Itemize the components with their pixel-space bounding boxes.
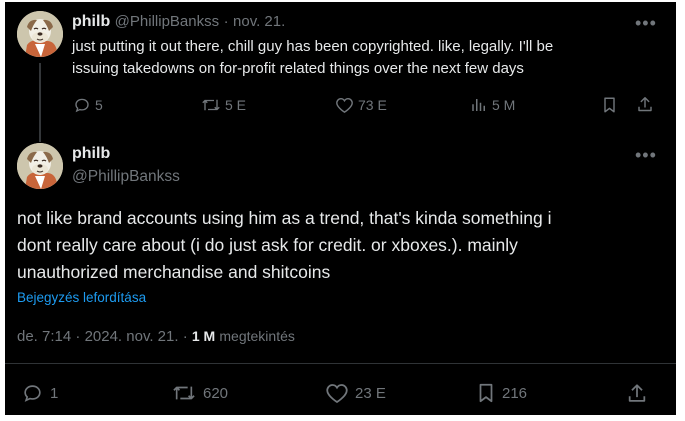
main-tweet-text: not like brand accounts using him as a t… — [17, 205, 667, 286]
share-button[interactable] — [626, 382, 648, 405]
reply-count: 1 — [50, 384, 59, 402]
repost-icon — [173, 386, 195, 400]
repost-button[interactable]: 5 E — [201, 96, 246, 114]
chill-guy-avatar-icon — [17, 143, 63, 189]
repost-button[interactable]: 620 — [171, 382, 228, 404]
display-name[interactable]: philb — [72, 13, 110, 30]
share-button[interactable] — [636, 95, 654, 114]
like-button[interactable]: 73 E — [335, 96, 387, 114]
like-icon — [326, 384, 348, 404]
tweet-meta: de. 7:14 · 2024. nov. 21. · 1 M megtekin… — [17, 328, 295, 345]
repost-count: 5 E — [225, 97, 247, 113]
bookmark-button[interactable] — [601, 96, 618, 114]
more-horizontal-icon[interactable]: ••• — [635, 146, 657, 164]
tweet-text-line: just putting it out there, chill guy has… — [72, 38, 554, 55]
handle[interactable]: @PhillipBankss — [72, 168, 180, 186]
reply-button[interactable]: 5 — [73, 96, 103, 114]
repost-count: 620 — [203, 384, 229, 402]
views-count: 5 M — [492, 97, 516, 113]
tweet-text-line: issuing takedowns on for-profit related … — [72, 60, 524, 77]
reply-icon — [24, 385, 41, 402]
meta-separator: · — [75, 328, 81, 345]
tweet-date[interactable]: nov. 21. — [233, 13, 285, 30]
like-count: 73 E — [358, 97, 387, 113]
tweet-text-line: unauthorized merchandise and shitcoins — [17, 262, 331, 282]
header-separator: · — [223, 13, 229, 30]
like-count: 23 E — [355, 384, 386, 402]
bookmark-icon — [604, 97, 615, 113]
reply-icon — [75, 98, 89, 113]
share-icon — [638, 97, 652, 112]
bookmark-icon — [479, 383, 493, 403]
reply-count: 5 — [95, 97, 103, 113]
divider — [5, 363, 676, 364]
view-count: 1 M — [191, 328, 216, 344]
repost-icon — [202, 99, 220, 111]
tweet-text-line: not like brand accounts using him as a t… — [17, 208, 552, 228]
view-count-label: megtekintés — [219, 328, 295, 344]
tweet-date[interactable]: 2024. nov. 21. — [85, 328, 179, 345]
bookmark-button[interactable]: 216 — [476, 382, 527, 404]
meta-separator: · — [182, 328, 188, 345]
views-button[interactable]: 5 M — [470, 96, 515, 114]
more-horizontal-icon[interactable]: ••• — [635, 14, 657, 32]
reply-button[interactable]: 1 — [21, 382, 58, 404]
share-icon — [628, 384, 646, 402]
handle[interactable]: @PhillipBankss — [115, 13, 219, 30]
views-icon — [472, 99, 485, 111]
like-button[interactable]: 23 E — [325, 382, 386, 404]
tweet-text-line: dont really care about (i do just ask fo… — [17, 235, 518, 255]
tweet-thread-panel: philb @PhillipBankss · nov. 21. ••• just… — [5, 2, 676, 415]
display-name[interactable]: philb — [72, 145, 110, 163]
tweet-time[interactable]: de. 7:14 — [17, 328, 71, 345]
chill-guy-avatar-icon — [17, 11, 63, 57]
avatar[interactable] — [17, 143, 63, 189]
bookmark-count: 216 — [502, 384, 528, 402]
thread-connector-line — [39, 63, 41, 142]
reply-tweet-text: just putting it out there, chill guy has… — [72, 36, 662, 80]
reply-tweet-header: philb @PhillipBankss · nov. 21. — [72, 13, 285, 31]
translate-post-link[interactable]: Bejegyzés lefordítása — [17, 290, 146, 305]
like-icon — [336, 97, 353, 113]
avatar[interactable] — [17, 11, 63, 57]
